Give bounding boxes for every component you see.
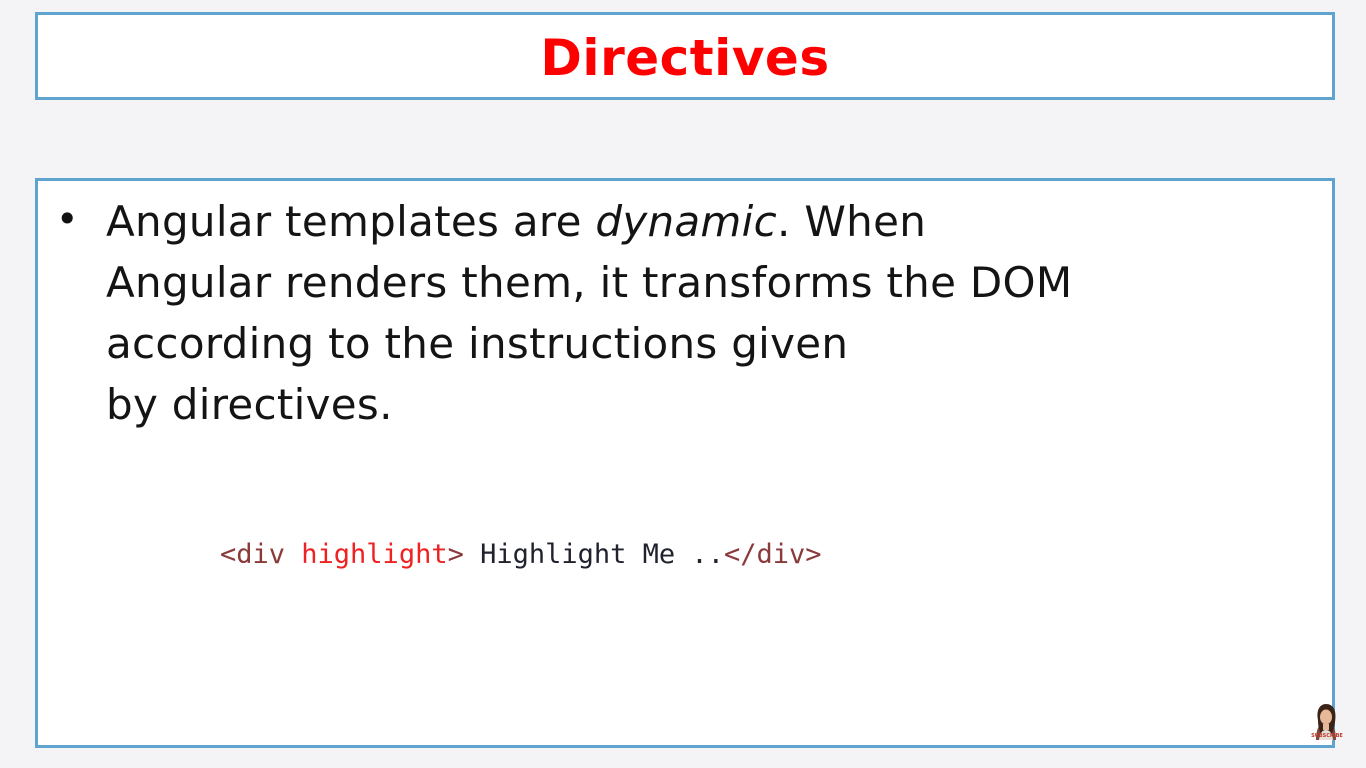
- paragraph-line-3: according to the instructions given: [106, 319, 849, 368]
- bullet-paragraph: Angular templates are dynamic. When Angu…: [106, 191, 1296, 435]
- code-open-tag-end: >: [447, 539, 464, 570]
- title-box: Directives: [35, 12, 1335, 100]
- content-box: • Angular templates are dynamic. When An…: [35, 178, 1335, 748]
- slide-title: Directives: [540, 29, 830, 87]
- code-close-tag: </div>: [723, 539, 822, 570]
- paragraph-line-1: Angular templates are dynamic. When: [106, 191, 1296, 252]
- code-open-tag-start: <div: [220, 539, 302, 570]
- paragraph-line-4: by directives.: [106, 380, 393, 429]
- code-text: Highlight Me ..: [463, 539, 724, 570]
- emphasis-dynamic: dynamic: [595, 197, 778, 246]
- code-example: <div highlight> Highlight Me ..</div>: [220, 539, 822, 571]
- paragraph-line-2: Angular renders them, it transforms the …: [106, 258, 1073, 307]
- code-attribute: highlight: [301, 539, 448, 570]
- line1-post: . When: [777, 197, 927, 246]
- line1-pre: Angular templates are: [106, 197, 596, 246]
- subscribe-label[interactable]: SUBSCRIBE: [1306, 733, 1348, 739]
- bullet-marker: •: [56, 197, 79, 241]
